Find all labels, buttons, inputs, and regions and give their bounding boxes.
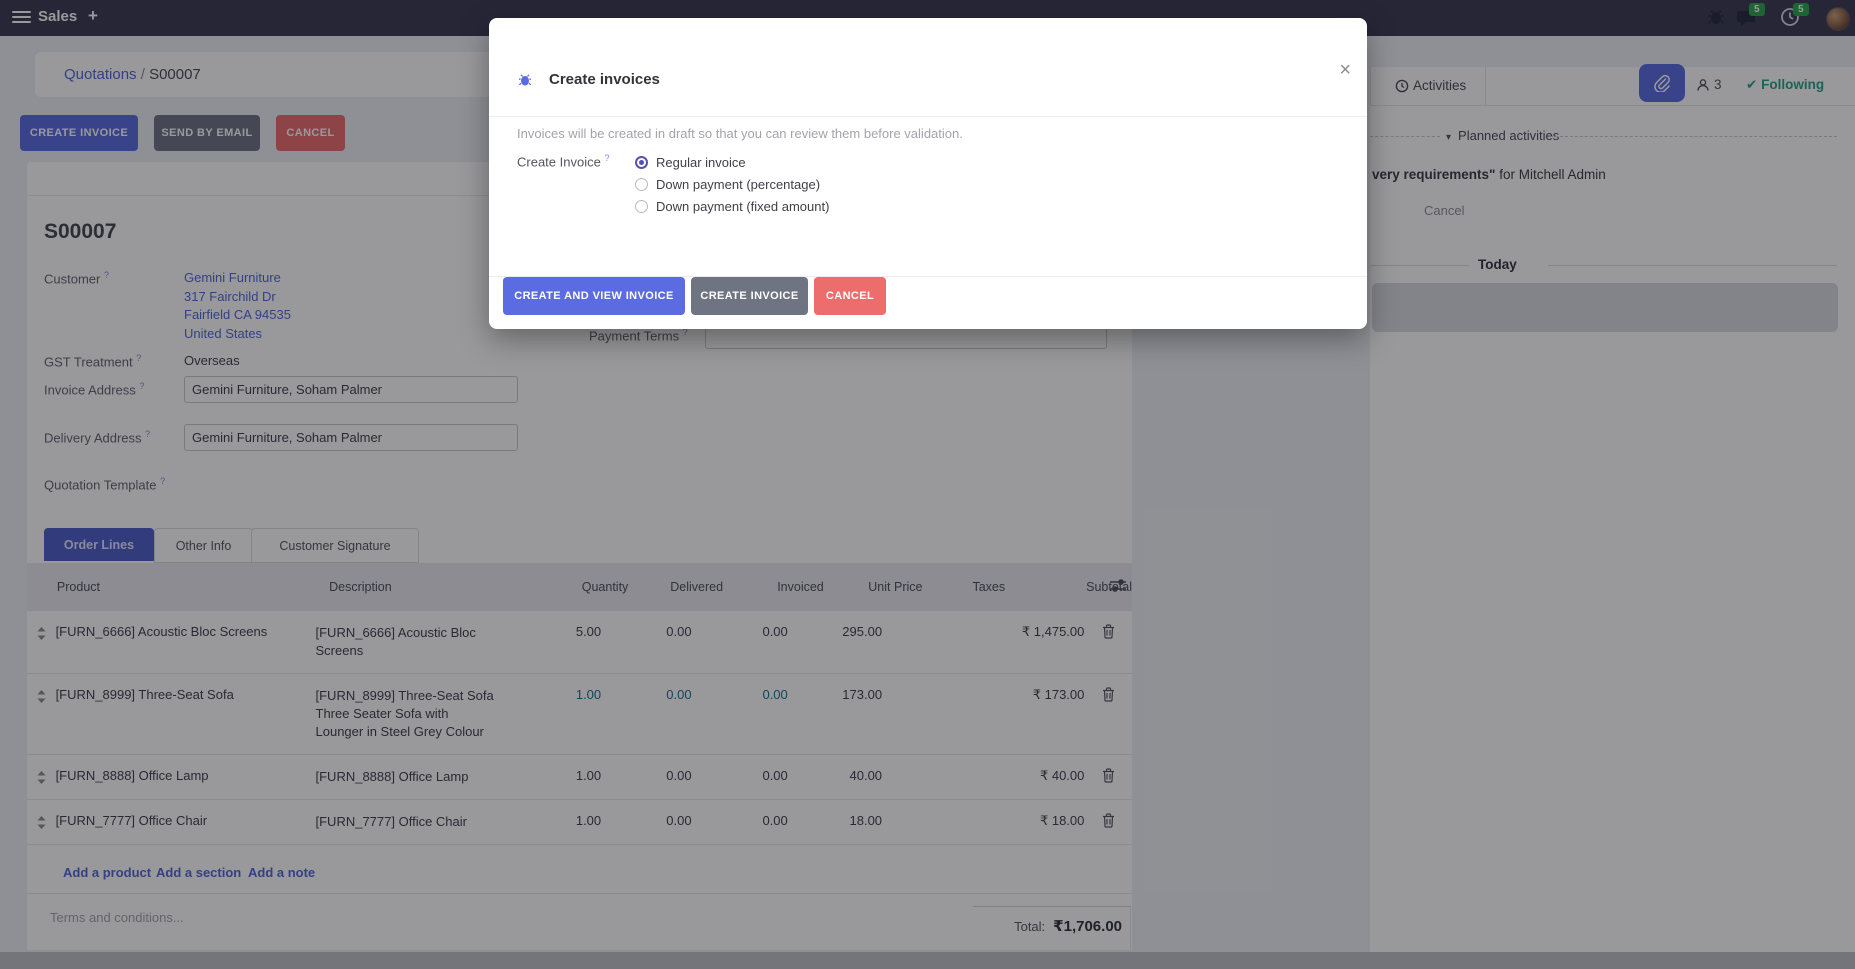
dialog-title: Create invoices [549,71,660,88]
dialog-info-text: Invoices will be created in draft so tha… [517,126,963,141]
modal-create-invoice-button[interactable]: CREATE INVOICE [691,277,808,315]
create-and-view-invoice-button[interactable]: CREATE AND VIEW INVOICE [503,277,685,315]
radio-selected-icon[interactable] [635,156,648,169]
radio-option-label: Down payment (fixed amount) [656,199,829,214]
bug-icon [517,72,533,88]
radio-icon[interactable] [635,200,648,213]
invoice-type-radio-group: Regular invoice Down payment (percentage)… [635,151,829,217]
dialog-header: Create invoices × [489,18,1367,117]
radio-option[interactable]: Down payment (fixed amount) [635,195,829,217]
create-invoices-dialog: Create invoices × Invoices will be creat… [489,18,1367,329]
radio-option-label: Regular invoice [656,155,746,170]
create-invoice-field-label: Create Invoice ? [517,153,609,169]
radio-option-label: Down payment (percentage) [656,177,820,192]
radio-option[interactable]: Down payment (percentage) [635,173,829,195]
close-icon[interactable]: × [1339,60,1351,80]
radio-icon[interactable] [635,178,648,191]
radio-option[interactable]: Regular invoice [635,151,829,173]
modal-cancel-button[interactable]: CANCEL [814,277,886,315]
